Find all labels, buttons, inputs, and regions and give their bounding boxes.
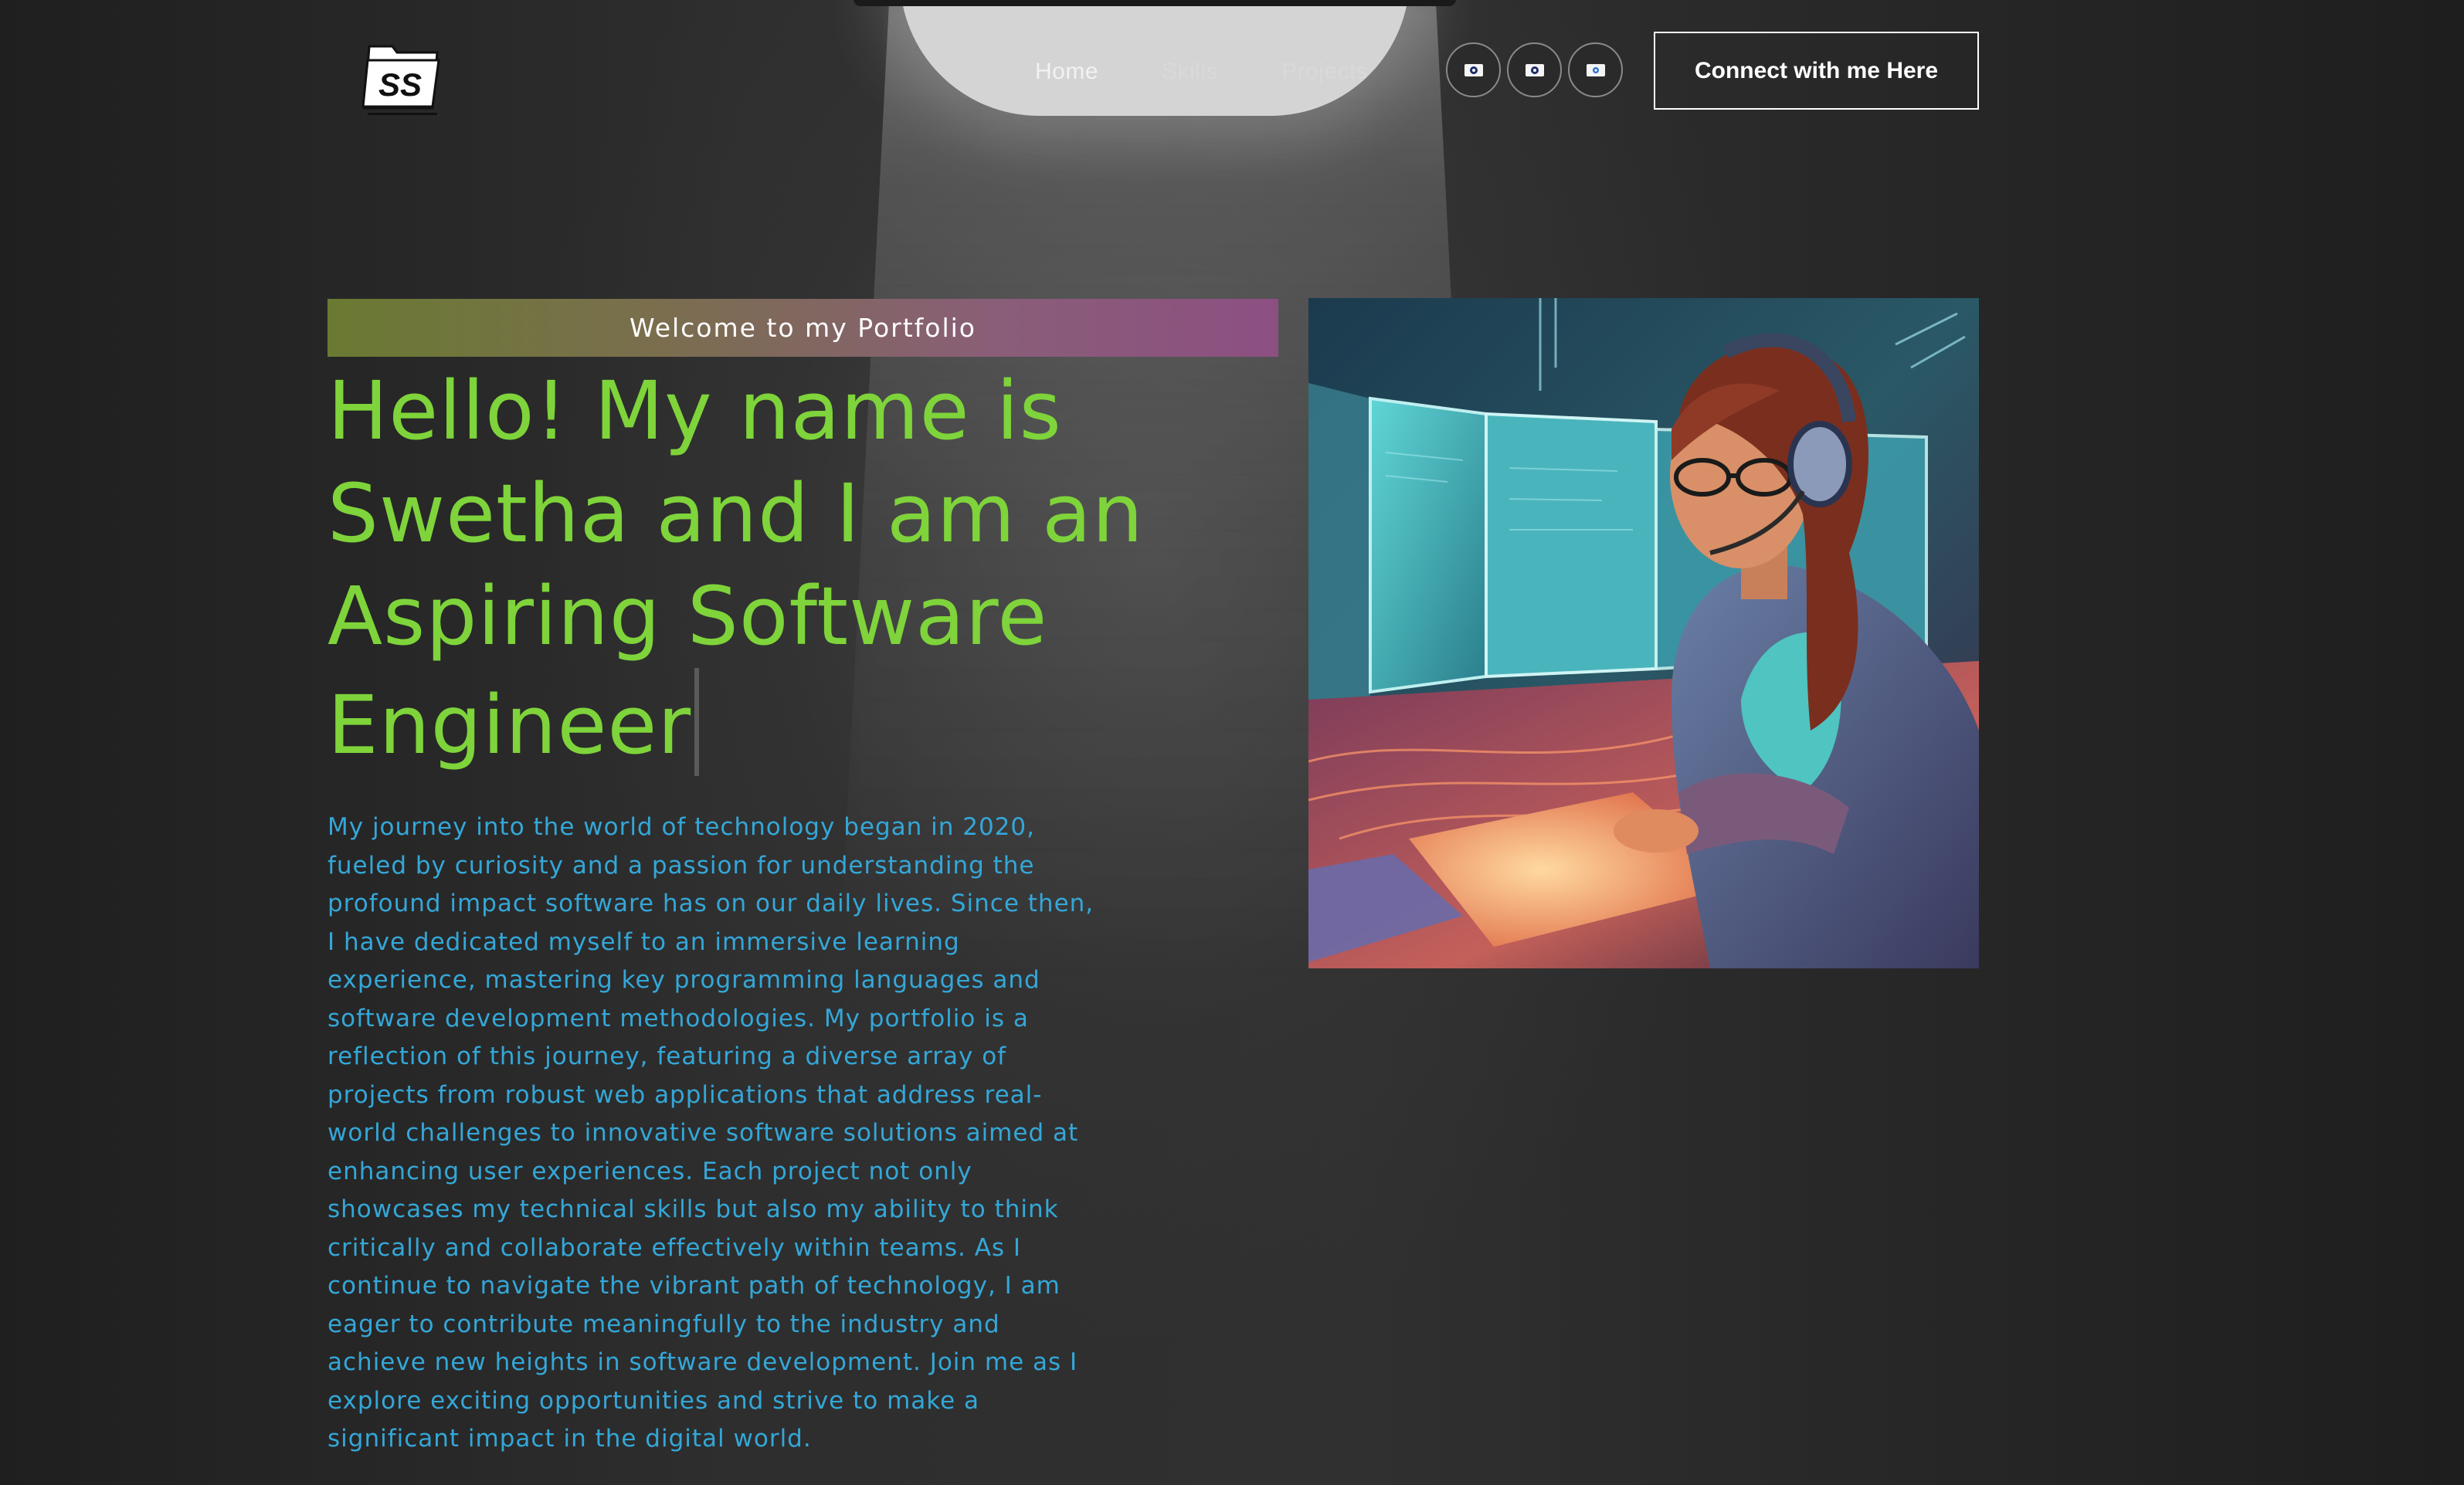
- logo-text: SS: [378, 66, 422, 103]
- nav-link-projects[interactable]: Projects: [1281, 59, 1368, 85]
- site-logo[interactable]: SS: [361, 39, 443, 119]
- nav-link-home[interactable]: Home: [1035, 59, 1098, 85]
- instagram-icon: [1586, 63, 1605, 76]
- connect-button[interactable]: Connect with me Here: [1654, 32, 1979, 110]
- typing-cursor: [694, 668, 700, 776]
- hero-illustration: [1308, 298, 1979, 968]
- social-links: [1446, 42, 1623, 97]
- hero-headline: Hello! My name is Swetha and I am an Asp…: [328, 360, 1193, 777]
- welcome-banner: Welcome to my Portfolio: [328, 299, 1278, 357]
- social-button-instagram[interactable]: [1568, 42, 1623, 97]
- nav-link-skills[interactable]: Skills: [1162, 59, 1218, 85]
- social-button-linkedin[interactable]: [1446, 42, 1501, 97]
- main-nav: Home Skills Projects: [1035, 53, 1431, 91]
- about-paragraph: My journey into the world of technology …: [328, 813, 1095, 1453]
- linkedin-icon: [1464, 63, 1483, 76]
- social-button-facebook[interactable]: [1507, 42, 1562, 97]
- lamp-bar: [854, 0, 1456, 6]
- facebook-icon: [1525, 63, 1544, 76]
- hero-headline-text: Hello! My name is Swetha and I am an Asp…: [328, 364, 1144, 772]
